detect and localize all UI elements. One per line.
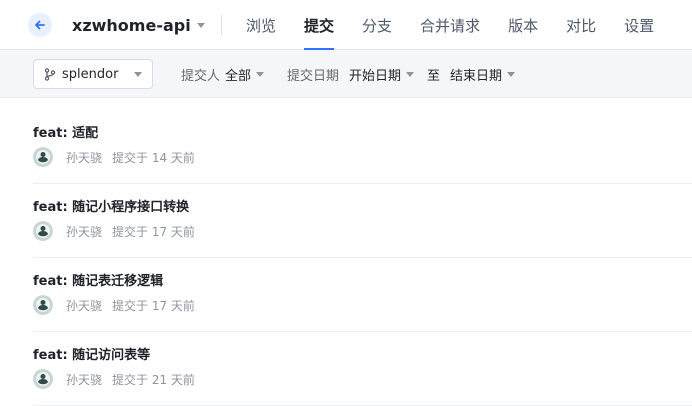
committer-filter[interactable]: 提交人 全部: [181, 59, 265, 89]
start-date: 开始日期: [349, 68, 402, 84]
nav-tabs: 浏览 提交 分支 合并请求 版本 对比 设置: [232, 0, 668, 50]
avatar: [33, 147, 53, 167]
tab-browse[interactable]: 浏览: [232, 0, 290, 50]
back-button[interactable]: [28, 13, 52, 37]
tab-branches[interactable]: 分支: [348, 0, 406, 50]
commit-title[interactable]: feat: 随记访问表等: [33, 344, 150, 363]
filter-bar: splendor 提交人 全部 提交日期 开始日期 至 结束日期: [0, 50, 692, 98]
commit-author: 孙天骁: [66, 298, 103, 313]
commit-title[interactable]: feat: 随记小程序接口转换: [33, 196, 189, 215]
divider: [221, 15, 222, 35]
tab-label: 对比: [566, 16, 597, 35]
commit-meta: 孙天骁 提交于 17 天前: [33, 221, 195, 241]
commit-row[interactable]: feat: 适配 孙天骁 提交于 14 天前: [33, 110, 692, 184]
commit-time: 提交于 21 天前: [112, 372, 195, 387]
date-label: 提交日期: [287, 68, 340, 84]
committer-label: 提交人: [181, 68, 221, 84]
start-date-select[interactable]: 开始日期: [349, 59, 415, 89]
commit-time: 提交于 14 天前: [112, 150, 195, 165]
commit-meta: 孙天骁 提交于 14 天前: [33, 147, 195, 167]
commit-author: 孙天骁: [66, 224, 103, 239]
tab-merge-requests[interactable]: 合并请求: [406, 0, 494, 50]
commit-row[interactable]: feat: 随记小程序接口转换 孙天骁 提交于 17 天前: [33, 184, 692, 258]
tab-label: 提交: [304, 16, 335, 35]
chevron-down-icon: [507, 71, 516, 77]
commit-meta: 孙天骁 提交于 17 天前: [33, 295, 195, 315]
tab-compare[interactable]: 对比: [552, 0, 610, 50]
branch-name: splendor: [62, 66, 119, 82]
branch-select[interactable]: splendor: [33, 59, 153, 89]
avatar: [33, 295, 53, 315]
repo-selector[interactable]: xzwhome-api: [72, 14, 205, 36]
top-bar: xzwhome-api 浏览 提交 分支 合并请求 版本 对比 设置: [0, 0, 692, 50]
arrow-left-icon: [35, 20, 45, 30]
tab-label: 分支: [362, 16, 393, 35]
tab-label: 设置: [624, 16, 655, 35]
commit-time: 提交于 17 天前: [112, 224, 195, 239]
commit-row[interactable]: feat: 随记访问表等 孙天骁 提交于 21 天前: [33, 332, 692, 406]
end-date-select[interactable]: 结束日期: [450, 59, 516, 89]
chevron-down-icon: [134, 71, 142, 77]
tab-label: 浏览: [246, 16, 277, 35]
tab-label: 合并请求: [420, 16, 481, 35]
tab-settings[interactable]: 设置: [610, 0, 668, 50]
end-date: 结束日期: [450, 68, 503, 84]
chevron-down-icon: [256, 71, 265, 77]
commit-title[interactable]: feat: 随记表迁移逻辑: [33, 270, 163, 289]
commit-author: 孙天骁: [66, 372, 103, 387]
repo-name: xzwhome-api: [72, 15, 191, 35]
avatar: [33, 369, 53, 389]
commit-time: 提交于 17 天前: [112, 298, 195, 313]
commit-author: 孙天骁: [66, 150, 103, 165]
to-text: 至: [427, 68, 441, 84]
tab-versions[interactable]: 版本: [494, 0, 552, 50]
branch-icon: [44, 67, 56, 81]
to-label: 至: [427, 59, 440, 89]
commit-title[interactable]: feat: 适配: [33, 122, 98, 141]
committer-value: 全部: [225, 68, 252, 84]
commit-list: feat: 适配 孙天骁 提交于 14 天前 feat: 随记小程序接口转换 孙…: [33, 110, 692, 406]
date-filter-label: 提交日期: [287, 59, 339, 89]
chevron-down-icon: [196, 22, 205, 28]
commit-row[interactable]: feat: 随记表迁移逻辑 孙天骁 提交于 17 天前: [33, 258, 692, 332]
tab-commits[interactable]: 提交: [290, 0, 348, 50]
chevron-down-icon: [406, 71, 415, 77]
avatar: [33, 221, 53, 241]
tab-label: 版本: [508, 16, 539, 35]
commit-meta: 孙天骁 提交于 21 天前: [33, 369, 195, 389]
